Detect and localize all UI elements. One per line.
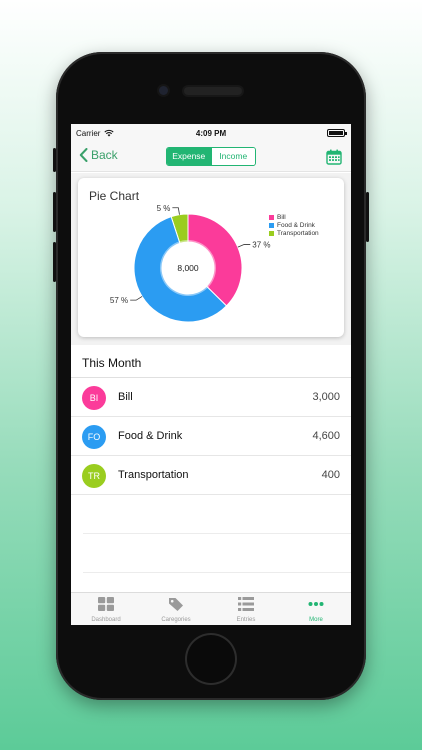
entry-list: BI Bill 3,000 FO Food & Drink 4,600 TR T… bbox=[71, 378, 351, 573]
tab-label: Caregories bbox=[161, 617, 191, 623]
value-label-leader bbox=[237, 244, 251, 248]
list-item[interactable]: TR Transportation 400 bbox=[71, 456, 351, 495]
legend-label: Food & Drink bbox=[277, 221, 315, 229]
volume-up-button bbox=[53, 192, 56, 232]
empty-row bbox=[83, 495, 351, 534]
clock-label: 4:09 PM bbox=[195, 129, 227, 138]
value-label: 5 % bbox=[157, 204, 171, 213]
tab-more[interactable]: More bbox=[281, 593, 351, 625]
grid-icon bbox=[98, 597, 114, 611]
more-dots-icon bbox=[308, 602, 324, 606]
legend-label: Bill bbox=[277, 213, 286, 221]
volume-down-button bbox=[53, 242, 56, 282]
calendar-icon[interactable] bbox=[326, 149, 342, 165]
entry-name: Bill bbox=[118, 391, 133, 403]
list-item[interactable]: BI Bill 3,000 bbox=[71, 378, 351, 417]
tab-categories[interactable]: Caregories bbox=[141, 593, 211, 625]
entry-amount: 400 bbox=[321, 469, 340, 481]
chart-area: Pie Chart 8,000 37 % 57 % 5 % Bill Food & Dr… bbox=[71, 173, 351, 345]
navigation-bar: Back Expense Income bbox=[71, 142, 351, 172]
power-button bbox=[366, 192, 369, 242]
section-header: This Month bbox=[71, 345, 351, 378]
tab-entries[interactable]: Entries bbox=[211, 593, 281, 625]
section-title: This Month bbox=[82, 356, 142, 370]
tab-dashboard[interactable]: Dashboard bbox=[71, 593, 141, 625]
back-button[interactable]: Back bbox=[79, 148, 118, 162]
avatar: FO bbox=[82, 425, 106, 449]
battery-icon bbox=[327, 129, 347, 137]
tag-icon bbox=[169, 598, 183, 611]
value-label-leader bbox=[130, 296, 143, 301]
tab-bar: Dashboard Caregories Entries More bbox=[71, 592, 351, 625]
segment-expense[interactable]: Expense bbox=[167, 148, 211, 165]
legend-entry: Bill bbox=[269, 213, 319, 221]
entry-name: Food & Drink bbox=[118, 430, 183, 442]
chevron-left-icon bbox=[79, 148, 88, 162]
tab-label: Entries bbox=[236, 617, 256, 623]
tab-label: Dashboard bbox=[91, 617, 121, 623]
home-button[interactable] bbox=[187, 635, 235, 683]
legend-label: Transportation bbox=[277, 229, 319, 237]
app-screen: Carrier 4:09 PM Back Expense Income Pie … bbox=[71, 124, 351, 625]
expense-income-segmented-control: Expense Income bbox=[166, 147, 256, 166]
entry-amount: 4,600 bbox=[312, 430, 340, 442]
value-label-leader bbox=[172, 207, 180, 215]
avatar: BI bbox=[82, 386, 106, 410]
value-label: 37 % bbox=[252, 240, 270, 249]
legend-swatch bbox=[269, 222, 274, 228]
mute-switch bbox=[53, 148, 56, 172]
avatar: TR bbox=[82, 464, 106, 488]
empty-row bbox=[83, 534, 351, 573]
segment-income[interactable]: Income bbox=[210, 148, 255, 165]
legend-entry: Transportation bbox=[269, 229, 319, 237]
front-camera bbox=[159, 86, 168, 95]
pie-chart: 8,000 37 % 57 % 5 % bbox=[110, 204, 270, 323]
pie-chart-card: Pie Chart 8,000 37 % 57 % 5 % Bill Food & Dr… bbox=[78, 178, 344, 337]
value-label: 57 % bbox=[110, 296, 128, 305]
tab-label: More bbox=[309, 617, 323, 623]
list-item[interactable]: FO Food & Drink 4,600 bbox=[71, 417, 351, 456]
entry-amount: 3,000 bbox=[312, 391, 340, 403]
earpiece-speaker bbox=[184, 87, 242, 95]
status-bar: Carrier 4:09 PM bbox=[71, 124, 351, 142]
chart-legend: Bill Food & Drink Transportation bbox=[269, 213, 319, 237]
donut-center-label: 8,000 bbox=[177, 263, 199, 273]
back-label: Back bbox=[91, 148, 118, 162]
legend-swatch bbox=[269, 214, 274, 220]
legend-entry: Food & Drink bbox=[269, 221, 319, 229]
legend-swatch bbox=[269, 230, 274, 236]
entry-name: Transportation bbox=[118, 469, 189, 481]
list-icon bbox=[238, 597, 254, 611]
